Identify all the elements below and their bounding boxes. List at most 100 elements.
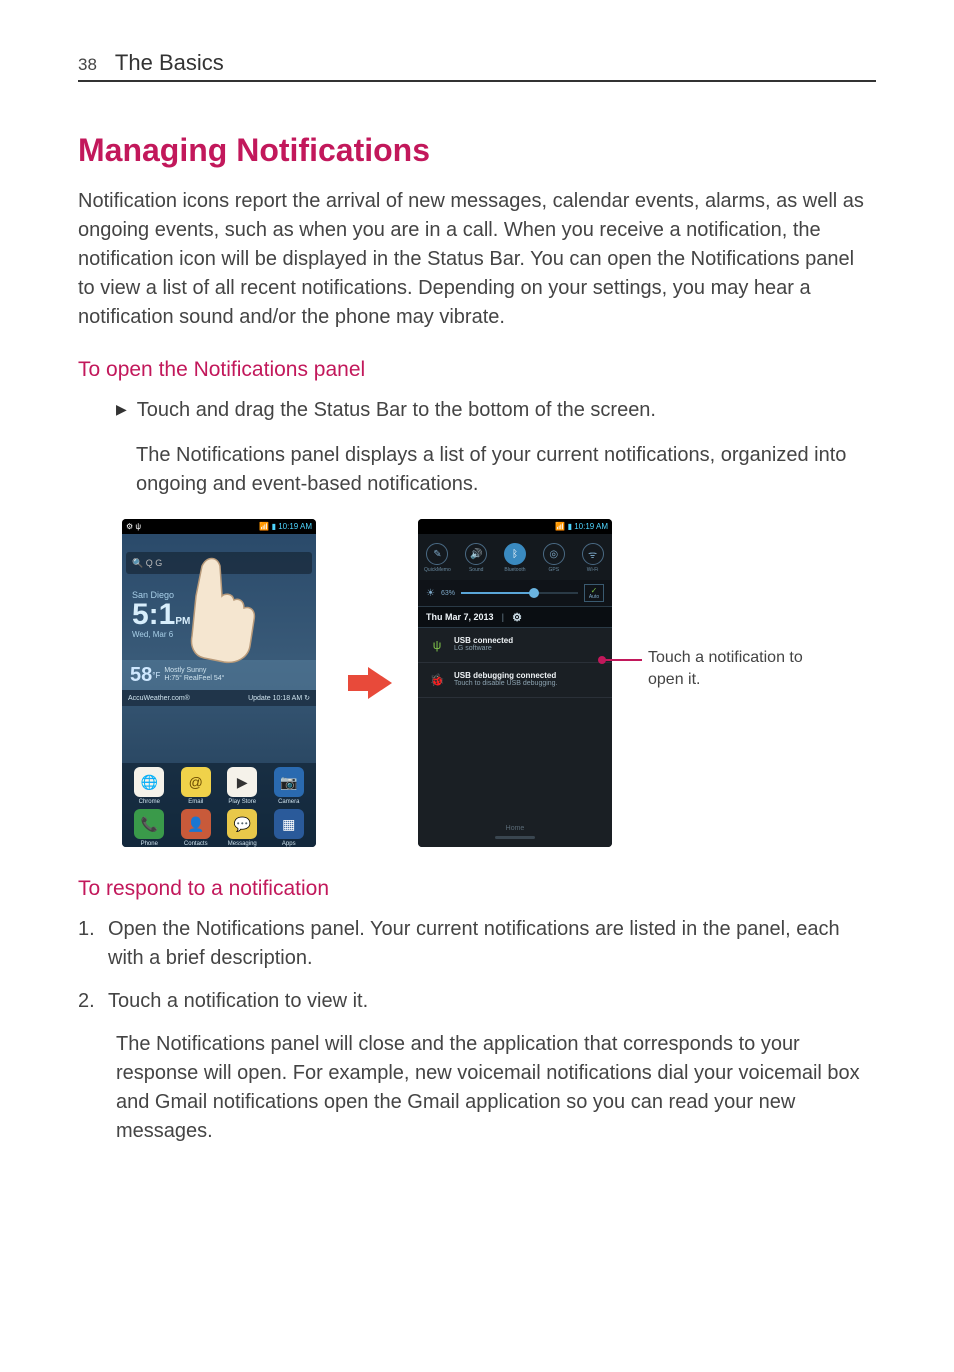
qs-wifi[interactable]: ᯤ Wi-Fi [575, 543, 611, 573]
apps-icon: ▦ [274, 809, 304, 839]
section-respond-heading: To respond to a notification [78, 877, 876, 901]
weather-sub: H:75° RealFeel 54° [164, 675, 224, 683]
statusbar-left-icons: ⚙ ψ [126, 522, 141, 531]
brightness-slider[interactable] [461, 592, 578, 594]
home-wallpaper: 🔍 Q G San Diego 5:1PM Wed, Mar 6 58 °F M… [122, 534, 316, 847]
auto-brightness-toggle[interactable]: ✓ Auto [584, 584, 604, 602]
intro-paragraph: Notification icons report the arrival of… [78, 187, 876, 332]
dock-label: Contacts [176, 841, 216, 847]
dock-label: Messaging [222, 841, 262, 847]
statusbar-right: 📶 ▮ 10:19 AM [555, 522, 608, 531]
provider-label: AccuWeather.com® [128, 695, 190, 702]
callout-line [604, 659, 642, 661]
playstore-icon: ▶ [227, 767, 257, 797]
dock-label: Chrome [129, 799, 169, 805]
clock-date: Wed, Mar 6 [132, 630, 190, 639]
dock-item-phone[interactable]: 📞 Phone [129, 809, 169, 847]
notification-title: USB debugging connected [454, 671, 602, 680]
wifi-icon: ᯤ [582, 543, 604, 565]
chrome-icon: 🌐 [134, 767, 164, 797]
qs-label: Bluetooth [497, 567, 533, 573]
dock-label: Play Store [222, 799, 262, 805]
weather-provider-row[interactable]: AccuWeather.com® Update 10:18 AM ↻ [122, 690, 316, 706]
dock-label: Camera [269, 799, 309, 805]
panel-handle[interactable] [495, 836, 535, 839]
status-bar[interactable]: 📶 ▮ 10:19 AM [418, 519, 612, 534]
phone-icon: 📞 [134, 809, 164, 839]
respond-followup: The Notifications panel will close and t… [116, 1030, 876, 1146]
search-icons: 🔍 Q G [132, 558, 162, 569]
ordered-item-1: 1. Open the Notifications panel. Your cu… [78, 915, 876, 973]
chapter-title: The Basics [115, 50, 224, 76]
notification-panel: ✎ QuickMemo 🔊Sound ᛒ Bluetooth ◎ GPS ᯤ Wi-Fi… [418, 534, 612, 847]
phone-home-screen: ⚙ ψ 📶 ▮ 10:19 AM 🔍 Q G San Diego 5:1PM W… [122, 519, 316, 847]
update-label: Update 10:18 AM ↻ [248, 694, 310, 702]
temp-unit: °F [152, 671, 160, 680]
weather-widget[interactable]: 58 °F Mostly Sunny H:75° RealFeel 54° [122, 660, 316, 690]
notification-subtitle: LG software [454, 645, 602, 652]
dock-label: Email [176, 799, 216, 805]
qs-label: GPS [536, 567, 572, 573]
qs-bluetooth[interactable]: ᛒ Bluetooth [497, 543, 533, 573]
qs-label: QuickMemo [419, 567, 455, 573]
notification-subtitle: Touch to disable USB debugging. [454, 680, 602, 687]
dock-item-apps[interactable]: ▦ Apps [269, 809, 309, 847]
home-label[interactable]: Home [506, 825, 525, 832]
temperature: 58 [130, 664, 152, 687]
qs-gps[interactable]: ◎ GPS [536, 543, 572, 573]
qs-label: Wi-Fi [575, 567, 611, 573]
clock-widget[interactable]: San Diego 5:1PM Wed, Mar 6 [132, 590, 190, 639]
usb-icon: ψ [428, 636, 446, 654]
dock-item-chrome[interactable]: 🌐 Chrome [129, 767, 169, 805]
dock-item-playstore[interactable]: ▶ Play Store [222, 767, 262, 805]
brightness-icon: ☀ [426, 588, 435, 599]
dock: 🌐 Chrome @Email ▶ Play Store 📷Camera 📞 Phon… [122, 763, 316, 847]
brightness-row[interactable]: ☀ 63% ✓ Auto [418, 580, 612, 606]
auto-label: Auto [589, 595, 599, 600]
brightness-percent: 63% [441, 590, 455, 597]
bullet-followup: The Notifications panel displays a list … [136, 441, 876, 499]
ordered-item-2: 2. Touch a notification to view it. [78, 987, 876, 1016]
bullet-item: ▶ Touch and drag the Status Bar to the b… [116, 396, 876, 425]
status-bar[interactable]: ⚙ ψ 📶 ▮ 10:19 AM [122, 519, 316, 534]
qs-sound[interactable]: 🔊Sound [458, 543, 494, 573]
clock-time: 5:1PM [132, 600, 190, 630]
notification-item-usb-debug[interactable]: 🐞 USB debugging connected Touch to disab… [418, 663, 612, 698]
bluetooth-icon: ᛒ [504, 543, 526, 565]
callout-text: Touch a notification to open it. [648, 647, 838, 690]
dock-item-camera[interactable]: 📷Camera [269, 767, 309, 805]
contacts-icon: 👤 [181, 809, 211, 839]
search-bar[interactable]: 🔍 Q G [126, 552, 312, 574]
ol-text: Open the Notifications panel. Your curre… [108, 915, 876, 973]
dock-item-messaging[interactable]: 💬 Messaging [222, 809, 262, 847]
bullet-text: Touch and drag the Status Bar to the bot… [137, 396, 656, 425]
settings-icon[interactable]: ⚙ [512, 611, 522, 624]
page-number: 38 [78, 55, 97, 75]
qs-quickmemo[interactable]: ✎ QuickMemo [419, 543, 455, 573]
gps-icon: ◎ [543, 543, 565, 565]
weather-desc: Mostly Sunny [164, 667, 224, 675]
notification-title: USB connected [454, 636, 602, 645]
figure-row: ⚙ ψ 📶 ▮ 10:19 AM 🔍 Q G San Diego 5:1PM W… [122, 519, 876, 847]
page-header: 38 The Basics [78, 50, 876, 82]
sound-icon: 🔊 [465, 543, 487, 565]
quick-settings-row: ✎ QuickMemo 🔊Sound ᛒ Bluetooth ◎ GPS ᯤ Wi-Fi [418, 534, 612, 580]
messaging-icon: 💬 [227, 809, 257, 839]
panel-date-row: Thu Mar 7, 2013 | ⚙ [418, 606, 612, 628]
dock-item-email[interactable]: @Email [176, 767, 216, 805]
page-title: Managing Notifications [78, 132, 876, 169]
ol-text: Touch a notification to view it. [108, 987, 876, 1016]
arrow-icon [342, 667, 392, 699]
ol-number: 2. [78, 987, 100, 1016]
bug-icon: 🐞 [428, 671, 446, 689]
notification-item-usb[interactable]: ψ USB connected LG software [418, 628, 612, 663]
dock-label: Apps [269, 841, 309, 847]
quickmemo-icon: ✎ [426, 543, 448, 565]
section-open-heading: To open the Notifications panel [78, 358, 876, 382]
statusbar-right: 📶 ▮ 10:19 AM [259, 522, 312, 531]
ol-number: 1. [78, 915, 100, 973]
panel-date: Thu Mar 7, 2013 [426, 612, 494, 622]
panel-footer: Home [418, 825, 612, 839]
dock-item-contacts[interactable]: 👤 Contacts [176, 809, 216, 847]
dock-label: Phone [129, 841, 169, 847]
